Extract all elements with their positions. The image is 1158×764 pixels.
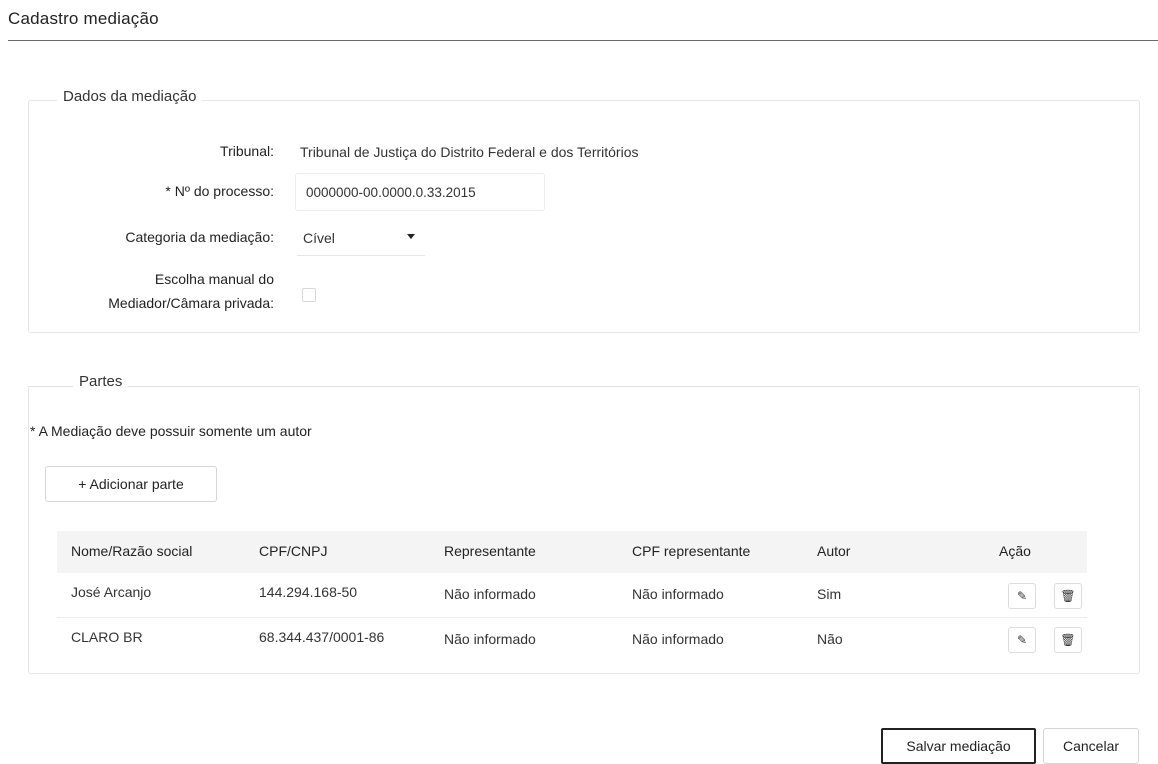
col-header-autor: Autor bbox=[817, 543, 851, 559]
cell-cpf-representante: Não informado bbox=[632, 631, 724, 647]
categoria-selected-value: Cível bbox=[303, 229, 335, 246]
pencil-icon: ✎ bbox=[1016, 589, 1028, 603]
add-parte-button[interactable]: + Adicionar parte bbox=[45, 466, 217, 502]
cell-cpf: 144.294.168-50 bbox=[259, 584, 358, 600]
delete-button[interactable]: 🗑 bbox=[1054, 583, 1082, 609]
cell-cpf: 68.344.437/0001-86 bbox=[259, 629, 385, 645]
cell-representante: Não informado bbox=[444, 631, 536, 647]
trash-icon: 🗑 bbox=[1060, 589, 1076, 603]
categoria-label: Categoria da mediação: bbox=[125, 229, 274, 245]
cell-autor: Sim bbox=[817, 586, 842, 602]
cell-representante: Não informado bbox=[444, 586, 536, 602]
categoria-select[interactable]: Cível bbox=[297, 220, 425, 256]
escolha-label-line2: Mediador/Câmara privada: bbox=[108, 295, 274, 311]
cell-nome: José Arcanjo bbox=[71, 584, 152, 600]
col-header-representante: Representante bbox=[444, 543, 536, 559]
pencil-icon: ✎ bbox=[1016, 633, 1028, 647]
row-divider bbox=[57, 617, 1087, 618]
edit-button[interactable]: ✎ bbox=[1008, 583, 1036, 609]
col-header-cpf: CPF/CNPJ bbox=[259, 543, 328, 559]
col-header-nome: Nome/Razão social bbox=[71, 543, 193, 559]
table-header bbox=[57, 531, 1087, 573]
tribunal-value: Tribunal de Justiça do Distrito Federal … bbox=[300, 144, 639, 160]
save-button[interactable]: Salvar mediação bbox=[881, 728, 1036, 764]
trash-icon: 🗑 bbox=[1060, 633, 1076, 647]
page-title: Cadastro mediação bbox=[8, 9, 159, 28]
col-header-acao: Ação bbox=[999, 543, 1031, 559]
col-header-cpf-representante: CPF representante bbox=[632, 543, 751, 559]
cell-nome: CLARO BR bbox=[71, 629, 143, 645]
escolha-manual-checkbox[interactable] bbox=[302, 288, 316, 302]
chevron-down-icon bbox=[407, 234, 415, 239]
autor-note: * A Mediação deve possuir somente um aut… bbox=[30, 423, 312, 439]
tribunal-label: Tribunal: bbox=[220, 143, 274, 159]
title-divider bbox=[8, 40, 1158, 41]
partes-table: Nome/Razão social CPF/CNPJ Representante… bbox=[57, 531, 1087, 659]
processo-input[interactable]: 0000000-00.0000.0.33.2015 bbox=[295, 173, 545, 211]
delete-button[interactable]: 🗑 bbox=[1054, 627, 1082, 653]
dados-legend: Dados da mediação bbox=[57, 88, 203, 105]
processo-label: * Nº do processo: bbox=[165, 183, 274, 199]
escolha-label-line1: Escolha manual do bbox=[154, 271, 274, 287]
partes-legend: Partes bbox=[73, 373, 129, 390]
cell-autor: Não bbox=[817, 631, 843, 647]
cell-cpf-representante: Não informado bbox=[632, 586, 724, 602]
edit-button[interactable]: ✎ bbox=[1008, 627, 1036, 653]
cancel-button[interactable]: Cancelar bbox=[1043, 728, 1139, 764]
